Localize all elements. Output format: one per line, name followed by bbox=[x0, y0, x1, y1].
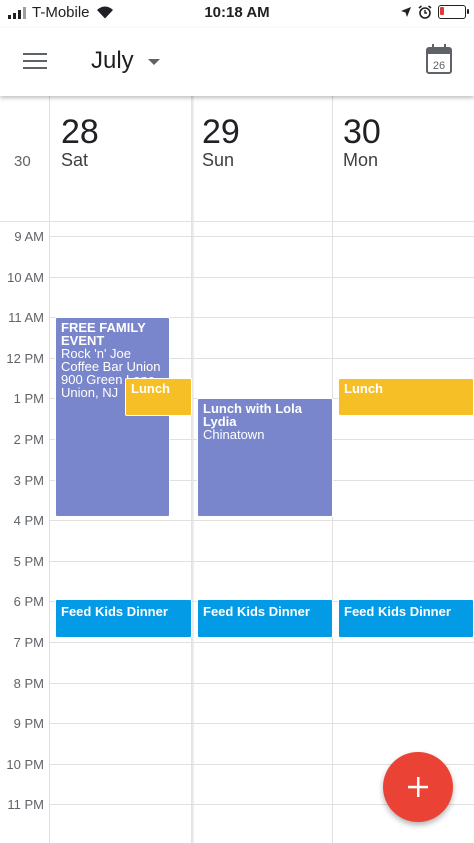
allday-divider bbox=[0, 221, 474, 222]
hour-label: 7 PM bbox=[13, 635, 44, 650]
day-header-sat[interactable]: 28 Sat bbox=[61, 112, 99, 171]
event-title: Feed Kids Dinner bbox=[61, 604, 168, 619]
day-name: Mon bbox=[343, 150, 379, 170]
event-dinner-mon[interactable]: Feed Kids Dinner bbox=[338, 599, 474, 638]
event-title: Feed Kids Dinner bbox=[203, 604, 310, 619]
week-number: 30 bbox=[14, 153, 31, 170]
event-lunch-mon[interactable]: Lunch bbox=[338, 378, 474, 416]
hour-label: 10 AM bbox=[7, 270, 44, 285]
hour-label: 3 PM bbox=[13, 473, 44, 488]
hour-label: 1 PM bbox=[13, 391, 44, 406]
location-arrow-icon bbox=[401, 7, 411, 17]
hour-label: 6 PM bbox=[13, 594, 44, 609]
today-date: 26 bbox=[433, 60, 445, 72]
hour-label: 4 PM bbox=[13, 513, 44, 528]
battery-icon bbox=[438, 5, 469, 19]
add-event-button[interactable] bbox=[383, 752, 453, 822]
event-dinner-sun[interactable]: Feed Kids Dinner bbox=[197, 599, 333, 638]
day-number: 29 bbox=[202, 113, 240, 151]
event-lunch-sat[interactable]: Lunch bbox=[125, 378, 192, 416]
event-dinner-sat[interactable]: Feed Kids Dinner bbox=[55, 599, 192, 638]
hour-line bbox=[49, 723, 474, 724]
day-name: Sat bbox=[61, 150, 89, 170]
hour-label: 8 PM bbox=[13, 676, 44, 691]
hour-line bbox=[49, 236, 474, 237]
hour-label: 12 PM bbox=[6, 351, 44, 366]
hour-label: 9 PM bbox=[13, 716, 44, 731]
hour-label: 9 AM bbox=[14, 229, 44, 244]
day-number: 28 bbox=[61, 113, 99, 151]
column-divider bbox=[191, 96, 194, 843]
event-title: Lunch bbox=[344, 381, 383, 396]
status-bar: T-Mobile 10:18 AM bbox=[0, 0, 474, 28]
hour-label: 10 PM bbox=[6, 757, 44, 772]
hour-label: 5 PM bbox=[13, 554, 44, 569]
hamburger-icon[interactable] bbox=[23, 53, 47, 71]
status-right bbox=[400, 5, 469, 19]
day-header-mon[interactable]: 30 Mon bbox=[343, 112, 381, 171]
alarm-icon bbox=[418, 5, 432, 19]
day-header-sun[interactable]: 29 Sun bbox=[202, 112, 240, 171]
day-name: Sun bbox=[202, 150, 235, 170]
month-selector[interactable]: July bbox=[91, 47, 160, 75]
day-number: 30 bbox=[343, 113, 381, 151]
hour-label: 11 PM bbox=[7, 797, 44, 812]
event-title: Feed Kids Dinner bbox=[344, 604, 451, 619]
event-free-family[interactable]: FREE FAMILY EVENT Rock 'n' Joe Coffee Ba… bbox=[55, 317, 170, 517]
hour-line bbox=[49, 277, 474, 278]
app-bar: July 26 bbox=[0, 28, 474, 96]
hour-line bbox=[49, 561, 474, 562]
hour-label: 2 PM bbox=[13, 432, 44, 447]
caret-down-icon bbox=[147, 59, 160, 65]
hour-line bbox=[49, 683, 474, 684]
event-lunch-lola[interactable]: Lunch with Lola Lydia Chinatown bbox=[197, 398, 333, 517]
hour-label: 11 AM bbox=[8, 310, 44, 325]
month-label: July bbox=[91, 47, 134, 74]
event-title: FREE FAMILY EVENT bbox=[61, 320, 146, 348]
plus-icon bbox=[408, 777, 428, 797]
column-divider bbox=[49, 96, 50, 843]
hour-line bbox=[49, 642, 474, 643]
event-title: Lunch with Lola Lydia bbox=[203, 401, 302, 429]
event-location: Chinatown bbox=[203, 427, 265, 442]
event-title: Lunch bbox=[131, 381, 170, 396]
calendar-today-icon[interactable]: 26 bbox=[426, 44, 452, 74]
hour-line bbox=[49, 520, 474, 521]
